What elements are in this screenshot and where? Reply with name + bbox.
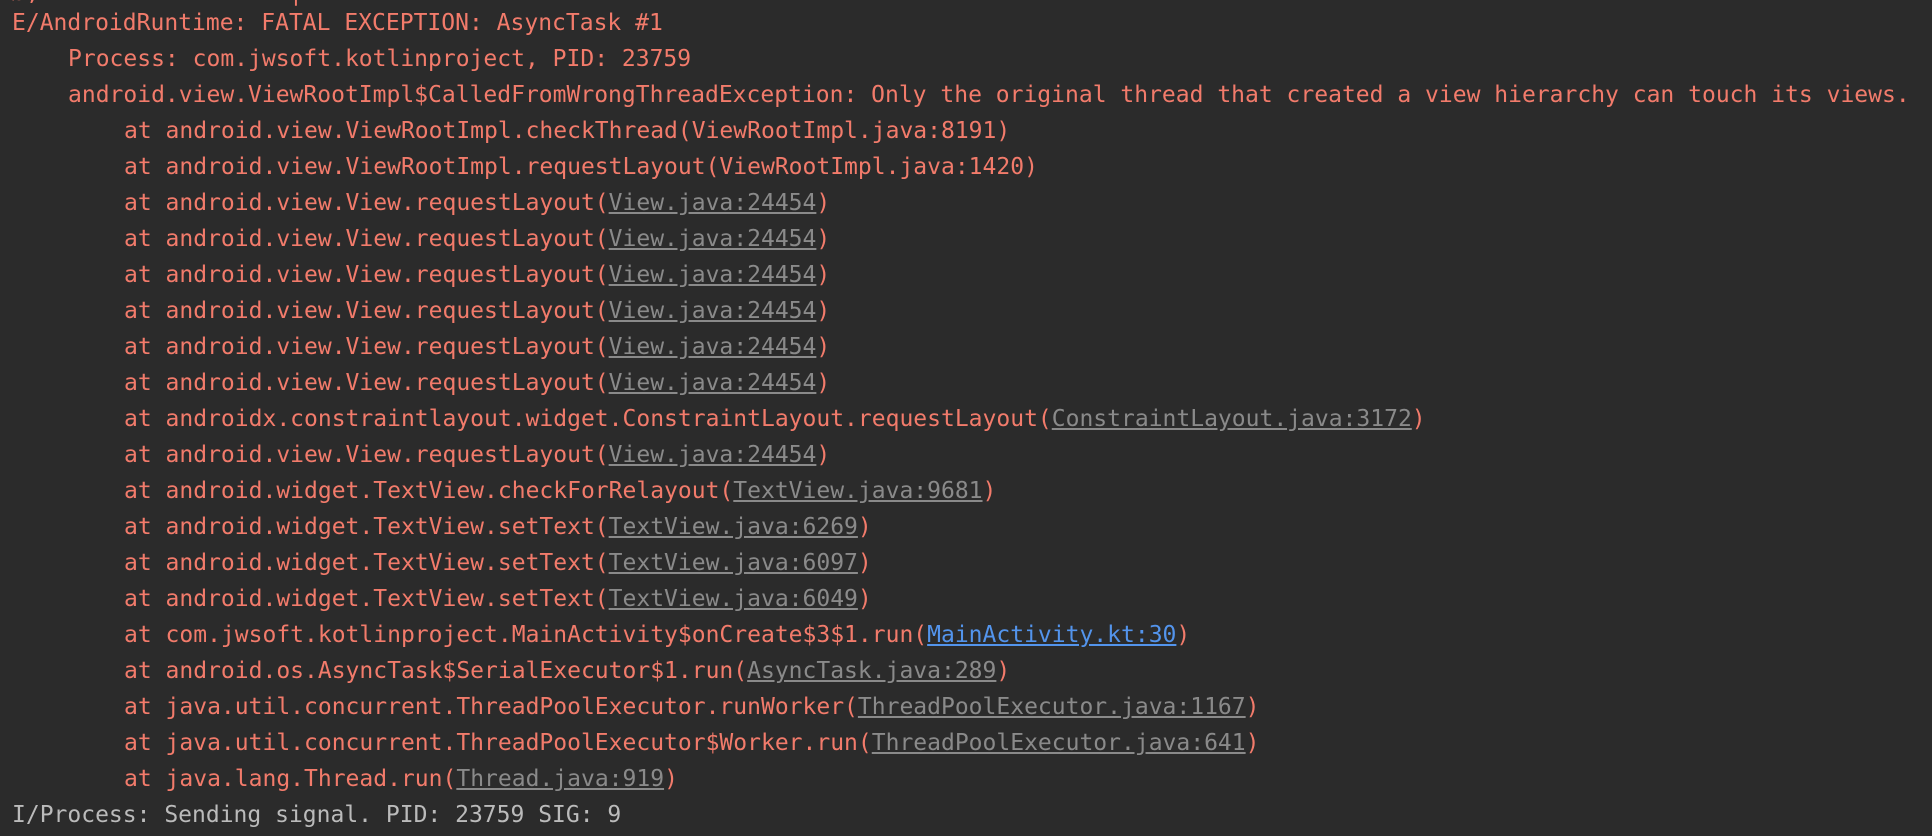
source-link-view-java[interactable]: View.java:24454 (609, 370, 817, 396)
stack-frame: at android.view.View.requestLayout(View.… (0, 260, 1932, 296)
stack-frame: at android.view.View.requestLayout(View.… (0, 296, 1932, 332)
source-link-textview-java[interactable]: TextView.java:6269 (609, 514, 858, 540)
source-link-view-java[interactable]: View.java:24454 (609, 190, 817, 216)
frame-close-paren: ) (664, 766, 678, 792)
frame-text: at android.view.ViewRootImpl.checkThread… (124, 118, 1011, 144)
stack-frame: at android.view.ViewRootImpl.checkThread… (0, 116, 1932, 152)
frame-close-paren: ) (1411, 406, 1426, 432)
source-link-view-java[interactable]: View.java:24454 (609, 226, 817, 252)
stack-frame: at android.os.AsyncTask$SerialExecutor$1… (0, 656, 1932, 692)
stack-frame: at android.view.View.requestLayout(View.… (0, 224, 1932, 260)
source-link-textview-java[interactable]: TextView.java:6097 (609, 550, 858, 576)
stack-frame: at android.view.ViewRootImpl.requestLayo… (0, 152, 1932, 188)
source-link-textview-java[interactable]: TextView.java:9681 (733, 478, 982, 504)
stack-frame: at android.widget.TextView.setText(TextV… (0, 512, 1932, 548)
frame-close-paren: ) (816, 442, 831, 468)
frame-close-paren: ) (1245, 694, 1260, 720)
frame-text: at android.view.View.requestLayout( (124, 262, 609, 288)
stack-frame: at java.util.concurrent.ThreadPoolExecut… (0, 692, 1932, 728)
frame-text: at android.view.View.requestLayout( (124, 298, 609, 324)
stack-frame: at java.util.concurrent.ThreadPoolExecut… (0, 728, 1932, 764)
frame-text: at android.view.View.requestLayout( (124, 442, 609, 468)
frame-text: at android.view.View.requestLayout( (124, 226, 609, 252)
frame-text: at android.widget.TextView.setText( (124, 550, 609, 576)
frame-text: at android.widget.TextView.setText( (124, 514, 609, 540)
stack-frame: at android.view.View.requestLayout(View.… (0, 368, 1932, 404)
frame-text: at android.view.ViewRootImpl.requestLayo… (124, 154, 1038, 180)
frame-text: at java.util.concurrent.ThreadPoolExecut… (124, 694, 858, 720)
frame-close-paren: ) (816, 334, 831, 360)
frame-close-paren: ) (816, 370, 831, 396)
frame-text: at android.os.AsyncTask$SerialExecutor$1… (124, 658, 748, 684)
source-link-view-java[interactable]: View.java:24454 (609, 334, 817, 360)
stack-frame: at android.view.View.requestLayout(View.… (0, 332, 1932, 368)
frame-text: at android.widget.TextView.checkForRelay… (124, 478, 734, 504)
source-link-view-java[interactable]: View.java:24454 (609, 442, 817, 468)
frame-text: at android.widget.TextView.setText( (124, 586, 609, 612)
frame-text: at android.view.View.requestLayout( (124, 190, 609, 216)
stack-frame: at android.view.View.requestLayout(View.… (0, 188, 1932, 224)
source-link-threadpoolexecutor-java[interactable]: ThreadPoolExecutor.java:1167 (858, 694, 1246, 720)
stack-frame: at java.lang.Thread.run(Thread.java:919) (0, 764, 1932, 800)
process-signal-line: I/Process: Sending signal. PID: 23759 SI… (12, 802, 622, 828)
frame-close-paren: ) (857, 586, 872, 612)
source-link-asynctask-java[interactable]: AsyncTask.java:289 (747, 658, 996, 684)
frame-text: at android.view.View.requestLayout( (124, 370, 609, 396)
source-link-view-java[interactable]: View.java:24454 (609, 298, 817, 324)
frame-close-paren: ) (982, 478, 997, 504)
partial-top-line: Ø, | (12, 0, 303, 8)
frame-text: at java.lang.Thread.run( (124, 766, 457, 792)
source-link-thread-java[interactable]: Thread.java:919 (456, 766, 664, 792)
frame-close-paren: ) (816, 298, 831, 324)
frame-close-paren: ) (816, 226, 831, 252)
frame-close-paren: ) (857, 550, 872, 576)
frame-text: at androidx.constraintlayout.widget.Cons… (124, 406, 1052, 432)
exception-message: android.view.ViewRootImpl$CalledFromWron… (68, 82, 1910, 108)
stack-frame: at com.jwsoft.kotlinproject.MainActivity… (0, 620, 1932, 656)
frame-close-paren: ) (996, 658, 1011, 684)
source-link-textview-java[interactable]: TextView.java:6049 (609, 586, 858, 612)
frame-text: at com.jwsoft.kotlinproject.MainActivity… (124, 622, 928, 648)
stack-frame: at android.widget.TextView.setText(TextV… (0, 548, 1932, 584)
stack-frame: at android.widget.TextView.checkForRelay… (0, 476, 1932, 512)
frame-text: at java.util.concurrent.ThreadPoolExecut… (124, 730, 872, 756)
frame-close-paren: ) (1245, 730, 1260, 756)
logcat-console: Ø, | E/AndroidRuntime: FATAL EXCEPTION: … (0, 0, 1932, 830)
process-line: Process: com.jwsoft.kotlinproject, PID: … (68, 46, 692, 72)
frame-close-paren: ) (857, 514, 872, 540)
source-link-constraintlayout-java[interactable]: ConstraintLayout.java:3172 (1052, 406, 1412, 432)
source-link-mainactivity-kt[interactable]: MainActivity.kt:30 (927, 622, 1176, 648)
frame-close-paren: ) (816, 262, 831, 288)
exception-header: E/AndroidRuntime: FATAL EXCEPTION: Async… (12, 10, 663, 36)
stack-frame: at android.view.View.requestLayout(View.… (0, 440, 1932, 476)
source-link-view-java[interactable]: View.java:24454 (609, 262, 817, 288)
frame-close-paren: ) (1176, 622, 1191, 648)
stack-frame: at androidx.constraintlayout.widget.Cons… (0, 404, 1932, 440)
frame-close-paren: ) (816, 190, 831, 216)
frame-text: at android.view.View.requestLayout( (124, 334, 609, 360)
stack-frame: at android.widget.TextView.setText(TextV… (0, 584, 1932, 620)
source-link-threadpoolexecutor-java[interactable]: ThreadPoolExecutor.java:641 (872, 730, 1246, 756)
